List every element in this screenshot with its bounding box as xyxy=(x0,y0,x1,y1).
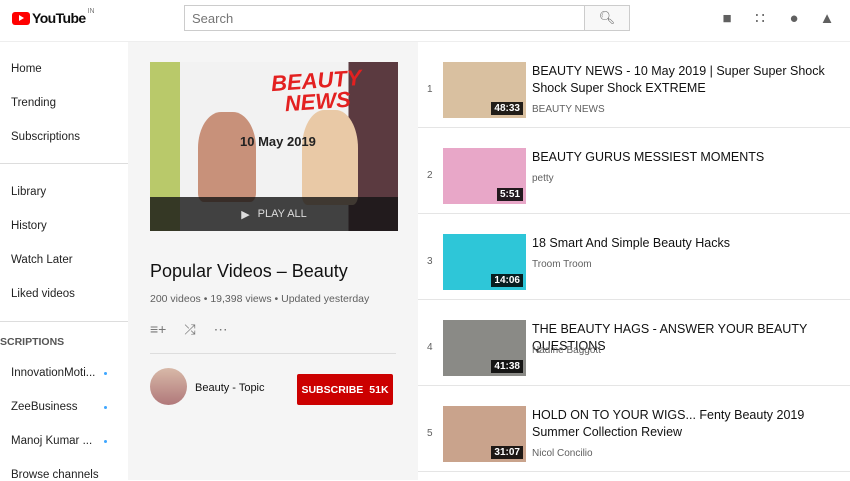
new-content-dot xyxy=(104,406,107,409)
playlist-stats: 200 videos • 19,398 views • Updated yest… xyxy=(150,293,370,305)
subscribe-button[interactable]: SUBSCRIBE 51K xyxy=(297,374,393,405)
divider xyxy=(0,321,128,322)
youtube-logo[interactable]: YouTube IN xyxy=(12,8,95,26)
video-duration: 41:38 xyxy=(491,360,523,373)
subscription-item[interactable]: InnovationMoti... xyxy=(11,367,95,379)
search-input[interactable] xyxy=(184,5,585,31)
video-channel[interactable]: Nadine Baggott xyxy=(532,345,601,356)
video-title[interactable]: BEAUTY NEWS - 10 May 2019 | Super Super … xyxy=(532,63,850,97)
sidebar-item-history[interactable]: History xyxy=(11,220,47,232)
view-count: 19,398 views xyxy=(210,293,272,305)
youtube-play-icon xyxy=(12,11,30,25)
playlist-actions: ≡+ ⤮ ⋯ xyxy=(150,321,228,338)
thumbnail-date: 10 May 2019 xyxy=(240,134,316,149)
sidebar-item-watch-later[interactable]: Watch Later xyxy=(11,254,73,266)
video-title[interactable]: BEAUTY GURUS MESSIEST MOMENTS xyxy=(532,149,850,166)
video-row[interactable]: 5 31:07 HOLD ON TO YOUR WIGS... Fenty Be… xyxy=(418,386,850,472)
shuffle-icon[interactable]: ⤮ xyxy=(184,321,195,338)
video-duration: 5:51 xyxy=(496,188,523,201)
updated-text: Updated yesterday xyxy=(281,293,370,305)
video-duration: 14:06 xyxy=(491,274,523,287)
video-index: 5 xyxy=(427,428,433,439)
video-count: 200 videos xyxy=(150,293,201,305)
new-content-dot xyxy=(104,440,107,443)
video-channel[interactable]: Nicol Concilio xyxy=(532,448,593,459)
video-thumbnail[interactable]: 5:51 xyxy=(443,148,526,204)
thumbnail-title: BEAUTY NEWS xyxy=(270,64,363,117)
apps-grid-icon[interactable]: ∷ xyxy=(751,10,769,28)
sidebar-item-library[interactable]: Library xyxy=(11,186,46,198)
video-channel[interactable]: BEAUTY NEWS xyxy=(532,104,605,115)
subscriptions-heading: SCRIPTIONS xyxy=(0,336,65,348)
country-code: IN xyxy=(87,8,95,15)
browse-channels[interactable]: Browse channels xyxy=(11,469,99,481)
playlist-info-panel: BEAUTY NEWS 10 May 2019 ▶ PLAY ALL Popula… xyxy=(128,42,418,480)
search-icon: 🔍︎ xyxy=(598,10,616,25)
owner-avatar[interactable] xyxy=(150,368,187,405)
logo-text: YouTube xyxy=(32,10,86,26)
video-row[interactable]: 2 5:51 BEAUTY GURUS MESSIEST MOMENTS pet… xyxy=(418,128,850,214)
video-index: 3 xyxy=(427,256,433,267)
video-title[interactable]: 18 Smart And Simple Beauty Hacks xyxy=(532,235,850,252)
sidebar-item-trending[interactable]: Trending xyxy=(11,97,56,109)
new-content-dot xyxy=(104,372,107,375)
sidebar-item-subscriptions[interactable]: Subscriptions xyxy=(11,131,80,143)
video-thumbnail[interactable]: 14:06 xyxy=(443,234,526,290)
thumbnail-figure xyxy=(198,112,256,202)
play-all-button[interactable]: ▶ PLAY ALL xyxy=(150,197,398,231)
subscription-item[interactable]: ZeeBusiness xyxy=(11,401,77,413)
divider xyxy=(150,353,396,354)
video-channel[interactable]: Troom Troom xyxy=(532,259,592,270)
messages-icon[interactable]: ● xyxy=(785,10,803,28)
playlist-video-list: 1 48:33 BEAUTY NEWS - 10 May 2019 | Supe… xyxy=(418,42,850,480)
notifications-bell-icon[interactable]: ▲ xyxy=(818,10,836,28)
play-icon: ▶ xyxy=(241,208,250,221)
subscribe-label: SUBSCRIBE xyxy=(301,383,364,396)
search-button[interactable]: 🔍︎ xyxy=(584,5,630,31)
add-to-queue-icon[interactable]: ≡+ xyxy=(150,321,166,338)
playlist-thumbnail[interactable]: BEAUTY NEWS 10 May 2019 ▶ PLAY ALL xyxy=(150,62,398,231)
divider xyxy=(0,163,128,164)
play-all-label: PLAY ALL xyxy=(257,208,307,220)
subscriber-count: 51K xyxy=(369,383,389,396)
video-index: 1 xyxy=(427,84,433,95)
playlist-title: Popular Videos – Beauty xyxy=(150,261,348,281)
sidebar-item-liked-videos[interactable]: Liked videos xyxy=(11,288,75,300)
video-thumbnail[interactable]: 41:38 xyxy=(443,320,526,376)
video-row[interactable]: 1 48:33 BEAUTY NEWS - 10 May 2019 | Supe… xyxy=(418,42,850,128)
top-bar: YouTubeIN 🔍︎ ■ ∷ ● ▲ xyxy=(0,0,850,42)
video-thumbnail[interactable]: 31:07 xyxy=(443,406,526,462)
video-duration: 31:07 xyxy=(491,446,523,459)
sidebar-item-home[interactable]: Home xyxy=(11,63,42,75)
video-index: 2 xyxy=(427,170,433,181)
subscription-item[interactable]: Manoj Kumar ... xyxy=(11,435,92,447)
create-video-icon[interactable]: ■ xyxy=(718,10,736,28)
video-title[interactable]: HOLD ON TO YOUR WIGS... Fenty Beauty 201… xyxy=(532,407,850,441)
video-thumbnail[interactable]: 48:33 xyxy=(443,62,526,118)
video-row[interactable]: 4 41:38 THE BEAUTY HAGS - ANSWER YOUR BE… xyxy=(418,300,850,386)
thumbnail-figure xyxy=(302,110,358,205)
video-duration: 48:33 xyxy=(491,102,523,115)
sidebar: Home Trending Subscriptions Library Hist… xyxy=(0,42,128,481)
video-row[interactable]: 3 14:06 18 Smart And Simple Beauty Hacks… xyxy=(418,214,850,300)
more-options-icon[interactable]: ⋯ xyxy=(214,321,228,338)
owner-name[interactable]: Beauty - Topic xyxy=(195,382,265,394)
video-index: 4 xyxy=(427,342,433,353)
video-channel[interactable]: petty xyxy=(532,173,554,184)
